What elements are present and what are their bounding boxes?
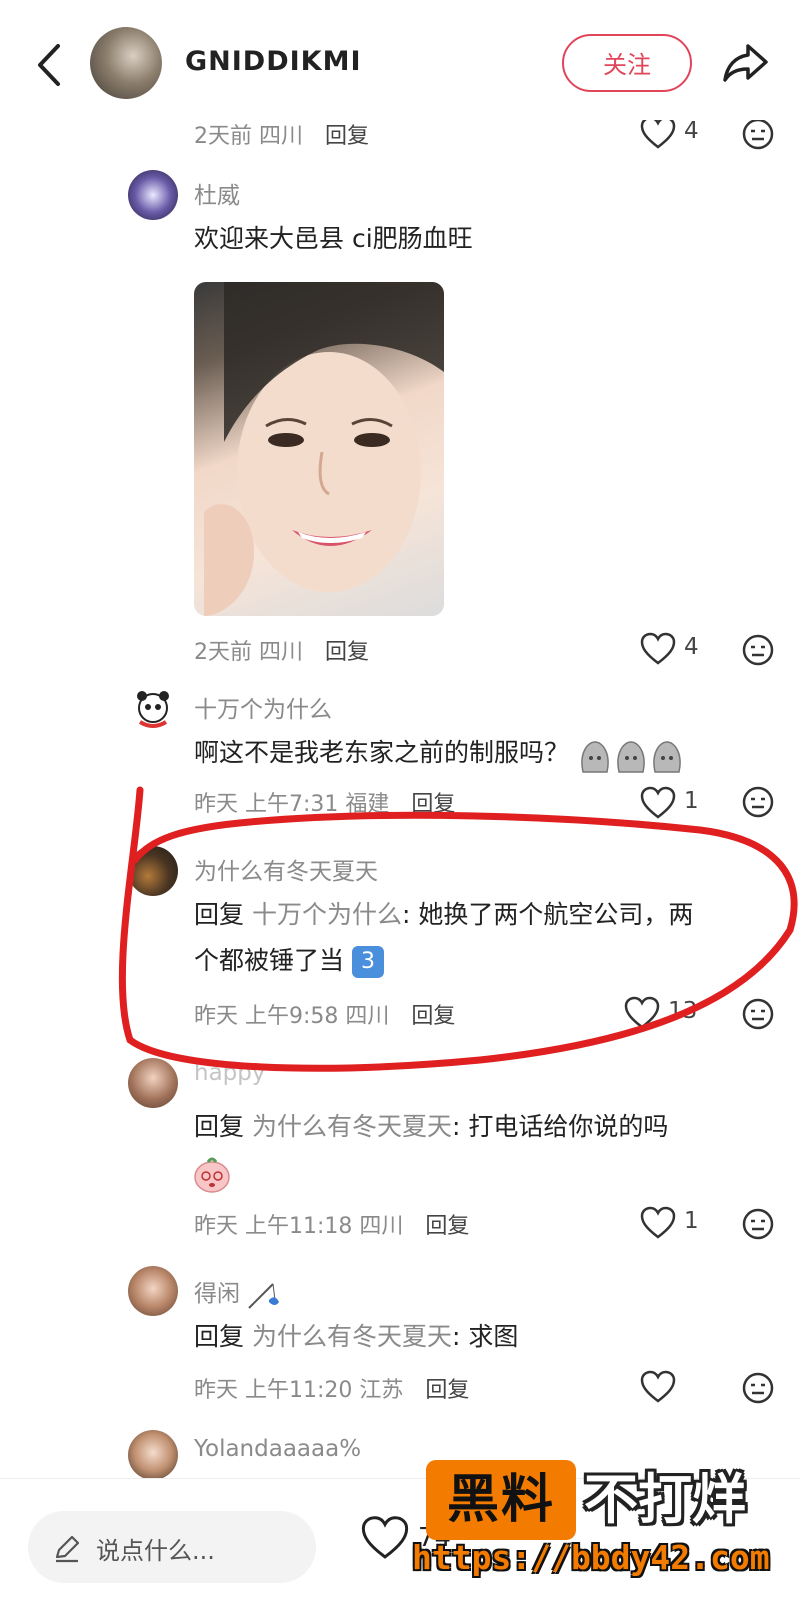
heart-icon [640,1206,676,1239]
comment-meta: 昨天 上午11:18 四川 回复 [194,1208,469,1240]
watermark-badge: 黑料 [426,1460,576,1540]
comment-text: 回复 为什么有冬天夏天: 打电话给你说的吗 [194,1104,754,1150]
emoji-face-icon[interactable] [742,634,774,666]
comment-meta: 昨天 上午11:20 江苏 回复 [194,1372,469,1404]
heart-icon [640,632,676,665]
comment-image[interactable] [194,282,444,616]
comment-text: 回复 为什么有冬天夏天: 求图 [194,1314,518,1360]
commenter-avatar[interactable] [128,1266,178,1316]
heart-icon [640,116,676,149]
like-count: 13 [668,998,698,1024]
face-photo [204,282,444,616]
comment-meta: 2天前 四川 回复 [194,118,369,150]
reply-prefix: 回复 [194,1322,245,1351]
share-icon[interactable] [720,40,772,86]
comment-text-line1: : 她换了两个航空公司，两 [401,900,694,929]
fishing-rod-icon [248,1282,280,1309]
like-button[interactable]: 13 [624,996,714,1032]
like-count: 1 [684,788,699,814]
reply-prefix: 回复 [194,900,245,929]
follow-button[interactable]: 关注 [562,34,692,92]
blushing-sticker-icon [194,1157,230,1193]
commenter-avatar[interactable] [128,170,178,220]
author-avatar[interactable] [90,27,162,99]
like-button[interactable]: 1 [640,786,730,822]
reply-button[interactable]: 回复 [425,1214,469,1239]
comment-meta: 昨天 上午9:58 四川 回复 [194,998,455,1030]
like-button[interactable]: 4 [640,632,730,668]
emoji-face-icon[interactable] [742,998,774,1030]
reply-button[interactable]: 回复 [411,792,455,817]
comment-text: 啊这不是我老东家之前的制服吗？ [194,730,687,776]
comment-input-placeholder: 说点什么... [96,1537,215,1565]
comment-time: 2天前 四川 [194,640,303,665]
comment-text: 欢迎来大邑县 ci肥肠血旺 [194,224,473,253]
reply-to-user[interactable]: 十万个为什么 [252,900,402,929]
reply-button[interactable]: 回复 [411,1004,455,1029]
comment-text: 回复 十万个为什么: 她换了两个航空公司，两 个都被锤了当 3 [194,892,784,984]
comment-time: 昨天 上午11:20 江苏 [194,1378,404,1403]
comment-text-body: : 求图 [451,1322,519,1351]
comment-text-line2: 个都被锤了当 [194,946,345,975]
commenter-avatar[interactable] [128,1058,178,1108]
like-count: 4 [684,118,699,144]
heart-icon [640,786,676,819]
heart-icon [624,996,660,1029]
reply-button[interactable]: 回复 [325,640,369,665]
sticker-emoji-icons [581,741,681,773]
like-count: 4 [684,634,699,660]
commenter-avatar[interactable] [128,684,178,734]
commenter-name[interactable]: happy [194,1060,265,1086]
back-icon[interactable] [30,40,70,90]
comment-time: 昨天 上午9:58 四川 [194,1004,390,1029]
author-username[interactable]: GNIDDIKMI [185,46,362,77]
comment-time: 昨天 上午11:18 四川 [194,1214,404,1239]
comment-input[interactable]: 说点什么... [28,1511,316,1583]
commenter-name[interactable]: 十万个为什么 [194,690,332,724]
watermark-url: https://bbdy42.com [412,1538,770,1577]
commenter-avatar[interactable] [128,1430,178,1480]
pencil-icon [55,1535,80,1563]
commenter-name[interactable]: 杜威 [194,176,240,210]
emoji-face-icon[interactable] [742,118,774,150]
like-button[interactable]: 1 [640,1206,730,1242]
reply-to-user[interactable]: 为什么有冬天夏天 [252,1112,452,1141]
comment-text-body: : 打电话给你说的吗 [451,1112,669,1141]
comment-text-body: 啊这不是我老东家之前的制服吗？ [194,738,570,767]
commenter-name[interactable]: 为什么有冬天夏天 [194,852,378,886]
reply-prefix: 回复 [194,1112,245,1141]
comment-meta: 2天前 四川 回复 [194,634,369,666]
emoji-face-icon[interactable] [742,1208,774,1240]
emoji-face-icon[interactable] [742,786,774,818]
keycap-emoji: 3 [351,946,384,978]
reply-to-user[interactable]: 为什么有冬天夏天 [252,1322,452,1351]
comment-time: 昨天 上午7:31 福建 [194,792,390,817]
reply-button[interactable]: 回复 [425,1378,469,1403]
emoji-face-icon[interactable] [742,1372,774,1404]
commenter-name[interactable]: 得闲 [194,1274,281,1310]
commenter-avatar[interactable] [128,846,178,896]
heart-icon [640,1370,676,1403]
commenter-name[interactable]: Yolandaaaaa% [194,1436,361,1462]
watermark-slogan: 不打烊 [584,1468,746,1531]
comment-meta: 昨天 上午7:31 福建 回复 [194,786,455,818]
top-bar: GNIDDIKMI 关注 [0,0,800,120]
heart-icon [361,1516,409,1559]
like-button[interactable]: 4 [640,116,730,152]
panda-avatar-icon [137,691,169,728]
commenter-name-text: 得闲 [194,1281,240,1307]
comment-time: 2天前 四川 [194,124,303,149]
like-count: 1 [684,1208,699,1234]
reply-button[interactable]: 回复 [325,124,369,149]
like-button[interactable] [640,1370,730,1406]
